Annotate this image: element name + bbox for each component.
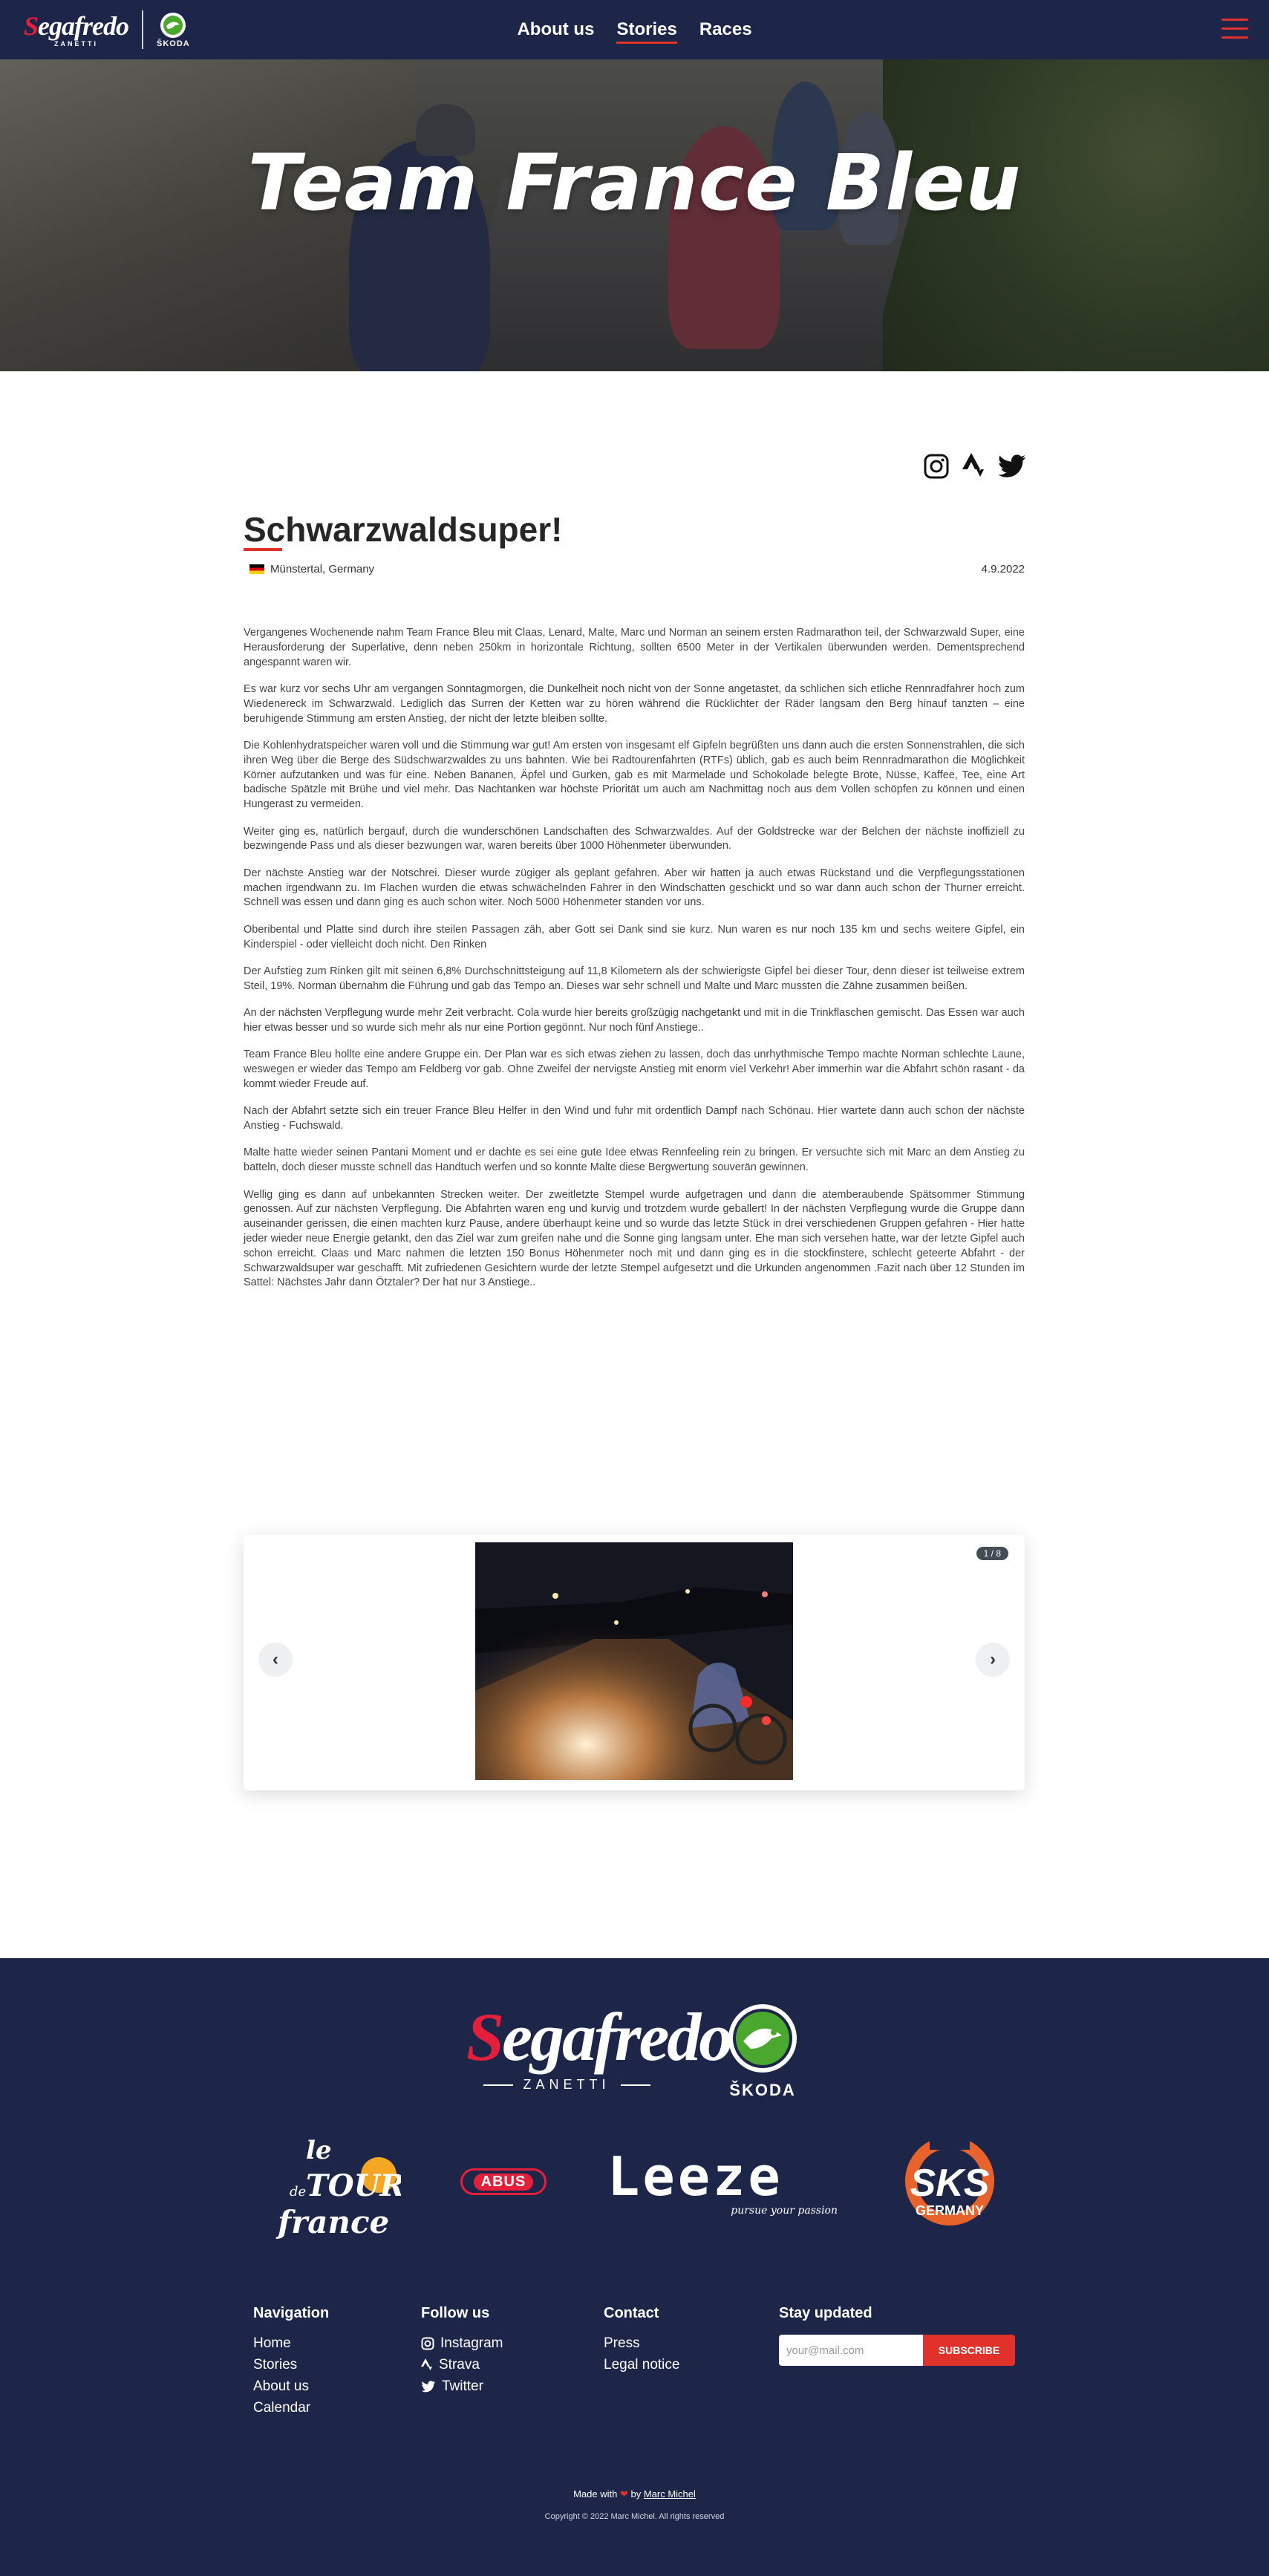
article-paragraph: Der nächste Anstieg war der Notschrei. D… bbox=[244, 867, 1025, 909]
footer-contact-column: Contact Press Legal notice bbox=[604, 2305, 679, 2376]
article-paragraph: Oberibental und Platte sind durch ihre s… bbox=[244, 923, 1025, 950]
footer-follow-column: Follow us Instagram Strava Twitter bbox=[421, 2305, 503, 2397]
abus-logo[interactable]: ABUS bbox=[460, 2168, 547, 2195]
article-paragraph: Vergangenes Wochenende nahm Team France … bbox=[244, 627, 1025, 668]
article-paragraph: Die Kohlenhydratspeicher waren voll und … bbox=[244, 739, 1025, 811]
svg-text:GERMANY: GERMANY bbox=[916, 2203, 984, 2218]
article-paragraph: Wellig ging es dann auf unbekannten Stre… bbox=[244, 1188, 1025, 1289]
footer-contact-heading: Contact bbox=[604, 2305, 659, 2321]
article-paragraph: Es war kurz vor sechs Uhr am vergangen S… bbox=[244, 682, 1025, 725]
abus-wordmark: ABUS bbox=[473, 2173, 534, 2191]
nav-about-us[interactable]: About us bbox=[517, 21, 594, 39]
sks-germany-logo[interactable]: SKS GERMANY bbox=[894, 2135, 1005, 2231]
gallery-next-button[interactable]: › bbox=[976, 1643, 1010, 1677]
article-meta: Münstertal, Germany 4.9.2022 bbox=[244, 563, 1025, 575]
night-ride-image bbox=[475, 1542, 793, 1780]
gallery-counter: 1 / 8 bbox=[976, 1547, 1008, 1560]
footer-link-home[interactable]: Home bbox=[253, 2332, 329, 2354]
footer-link-calendar[interactable]: Calendar bbox=[253, 2397, 329, 2419]
location-text: Münstertal, Germany bbox=[270, 563, 375, 575]
leeze-tagline: pursue your passion bbox=[731, 2205, 838, 2217]
footer-link-twitter[interactable]: Twitter bbox=[421, 2376, 503, 2397]
tour-de-france-logo[interactable]: le de TOUR france bbox=[267, 2129, 405, 2240]
segafredo-sub: ZANETTI bbox=[466, 2077, 667, 2093]
footer-link-legal-notice[interactable]: Legal notice bbox=[604, 2354, 679, 2376]
leeze-logo[interactable]: Leeze pursue your passion bbox=[607, 2145, 838, 2217]
footer-newsletter-column: Stay updated bbox=[779, 2305, 872, 2332]
newsletter-email-input[interactable] bbox=[779, 2335, 923, 2366]
footer-navigation-heading: Navigation bbox=[253, 2305, 330, 2321]
article-date: 4.9.2022 bbox=[981, 563, 1025, 575]
article-paragraph: Weiter ging es, natürlich bergauf, durch… bbox=[244, 825, 1025, 852]
heart-icon: ❤ bbox=[619, 2488, 628, 2500]
skoda-wordmark: ŠKODA bbox=[729, 2081, 796, 2099]
article-body: Vergangenes Wochenende nahm Team France … bbox=[244, 626, 1025, 1303]
sks-mark: SKS GERMANY bbox=[905, 2135, 994, 2226]
tour-de-france-mark: le de TOUR france bbox=[275, 2136, 405, 2240]
photo-gallery: 1 / 8 ‹ › bbox=[244, 1535, 1025, 1790]
nav-races[interactable]: Races bbox=[699, 21, 752, 39]
svg-text:TOUR: TOUR bbox=[306, 2168, 401, 2203]
instagram-icon bbox=[421, 2337, 434, 2350]
subscribe-button[interactable]: SUBSCRIBE bbox=[923, 2335, 1015, 2366]
strava-icon[interactable] bbox=[962, 453, 985, 480]
svg-text:SKS: SKS bbox=[910, 2162, 990, 2205]
footer-follow-heading: Follow us bbox=[421, 2305, 490, 2321]
article-paragraph: Nach der Abfahrt setzte sich ein treuer … bbox=[244, 1105, 1025, 1132]
nav-stories[interactable]: Stories bbox=[616, 21, 678, 44]
chevron-right-icon: › bbox=[990, 1649, 996, 1669]
footer-link-press[interactable]: Press bbox=[604, 2332, 679, 2354]
article-title: Schwarzwaldsuper! bbox=[244, 510, 563, 549]
leeze-wordmark: Leeze bbox=[607, 2145, 783, 2208]
footer-skoda-logo[interactable]: ŠKODA bbox=[722, 2003, 803, 2100]
svg-text:de: de bbox=[290, 2184, 306, 2200]
footer-link-strava[interactable]: Strava bbox=[421, 2354, 503, 2376]
footer-link-about-us[interactable]: About us bbox=[253, 2376, 329, 2397]
skoda-emblem-icon bbox=[728, 2004, 797, 2073]
author-link[interactable]: Marc Michel bbox=[644, 2488, 696, 2500]
svg-text:le: le bbox=[306, 2136, 332, 2165]
hero-title: Team France Bleu bbox=[247, 137, 1022, 228]
segafredo-wordmark: Segafredo bbox=[466, 1999, 733, 2075]
article-paragraph: Team France Bleu hollte eine andere Grup… bbox=[244, 1049, 1025, 1090]
article-social-links bbox=[924, 453, 1026, 480]
svg-text:france: france bbox=[275, 2204, 389, 2240]
footer-link-instagram[interactable]: Instagram bbox=[421, 2332, 503, 2354]
title-underline bbox=[244, 548, 282, 551]
article-paragraph: Malte hatte wieder seinen Pantani Moment… bbox=[244, 1147, 1025, 1174]
germany-flag-icon bbox=[249, 564, 264, 574]
made-with-line: Made with ❤ by Marc Michel bbox=[573, 2488, 696, 2500]
article-paragraph: An der nächsten Verpflegung wurde mehr Z… bbox=[244, 1007, 1025, 1034]
chevron-left-icon: ‹ bbox=[273, 1649, 278, 1669]
footer-navigation-column: Navigation Home Stories About us Calenda… bbox=[253, 2305, 329, 2419]
twitter-icon[interactable] bbox=[998, 454, 1026, 478]
instagram-icon[interactable] bbox=[924, 454, 949, 479]
footer-newsletter-heading: Stay updated bbox=[779, 2305, 872, 2321]
footer-segafredo-logo[interactable]: Segafredo ZANETTI bbox=[466, 1999, 733, 2093]
twitter-icon bbox=[421, 2380, 436, 2392]
site-header: Segafredo ZANETTI ŠKODA About us Stories… bbox=[0, 0, 1269, 59]
article-paragraph: Der Aufstieg zum Rinken gilt mit seinen … bbox=[244, 965, 1025, 992]
newsletter-form: SUBSCRIBE bbox=[779, 2335, 1015, 2366]
gallery-prev-button[interactable]: ‹ bbox=[258, 1643, 293, 1677]
hamburger-menu-icon[interactable] bbox=[1221, 19, 1248, 39]
copyright-text: Copyright © 2022 Marc Michel. All rights… bbox=[544, 2512, 725, 2521]
hero-banner: Team France Bleu bbox=[0, 59, 1269, 371]
footer-link-stories[interactable]: Stories bbox=[253, 2354, 329, 2376]
article-location: Münstertal, Germany bbox=[244, 563, 374, 575]
site-footer: Segafredo ZANETTI ŠKODA le de TOUR franc… bbox=[0, 1958, 1269, 2576]
gallery-photo[interactable] bbox=[475, 1542, 793, 1780]
main-nav: About us Stories Races bbox=[0, 0, 1269, 59]
strava-icon bbox=[421, 2358, 432, 2370]
